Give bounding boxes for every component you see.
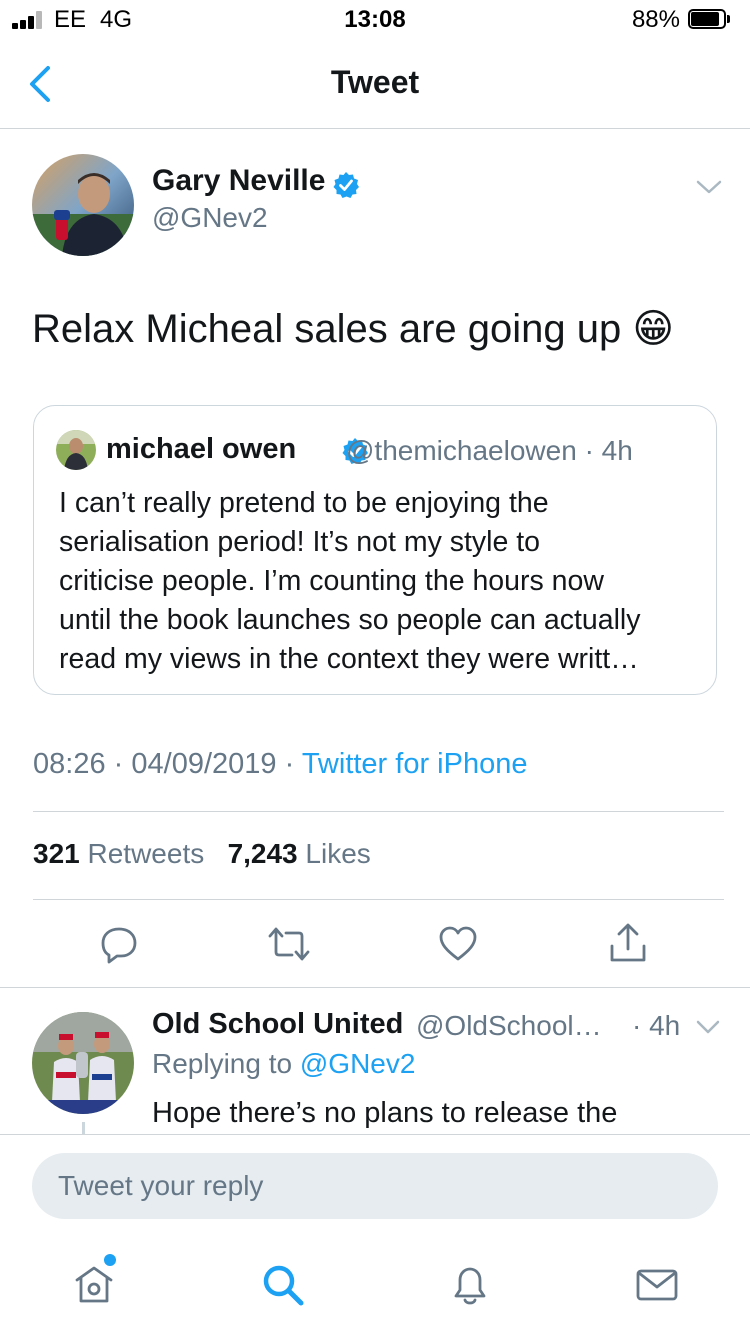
- new-content-dot: [104, 1254, 116, 1266]
- quoted-author-handle: @themichaelowen · 4h: [346, 435, 633, 466]
- tweet-stats: 321 Retweets 7,243 Likes: [33, 838, 371, 870]
- messages-icon: [636, 1269, 678, 1301]
- reply-text: Hope there’s no plans to release the: [152, 1097, 618, 1129]
- quoted-text-line: serialisation period! It’s not my style …: [59, 526, 541, 558]
- verified-badge-icon: [333, 172, 359, 198]
- replying-to: Replying to @GNev2: [152, 1048, 416, 1079]
- status-bar: EE 4G 13:08 88%: [0, 0, 750, 40]
- like-icon: [439, 926, 477, 961]
- quoted-tweet-card[interactable]: michael owen @themichaelowen · 4h I can’…: [33, 405, 717, 695]
- author-handle[interactable]: @GNev2: [152, 202, 268, 234]
- chevron-down-icon: [696, 1020, 720, 1034]
- reply-time: · 4h: [632, 1010, 681, 1041]
- meta-separator: ·: [113, 748, 124, 780]
- reply-author-name[interactable]: Old School United: [152, 1008, 403, 1041]
- divider: [33, 899, 724, 900]
- tweet-menu-button[interactable]: [694, 172, 724, 202]
- chevron-down-icon: [696, 180, 722, 194]
- share-icon: [610, 923, 646, 962]
- reply-author-handle[interactable]: @OldSchool…: [416, 1010, 602, 1042]
- replying-to-handle-link[interactable]: @GNev2: [300, 1048, 416, 1079]
- retweet-icon: [268, 927, 310, 961]
- profile-photo: [32, 154, 134, 256]
- reply-input[interactable]: [32, 1153, 718, 1219]
- battery-percentage: 88%: [631, 6, 680, 33]
- author-name[interactable]: Gary Neville: [152, 164, 325, 198]
- retweet-button[interactable]: [267, 924, 310, 964]
- reply-icon: [101, 927, 137, 964]
- tweet-date: 04/09/2019: [131, 748, 277, 780]
- reply-author-avatar[interactable]: [32, 1012, 134, 1114]
- tab-messages[interactable]: [634, 1262, 680, 1308]
- retweets-stat[interactable]: 321 Retweets: [33, 838, 204, 869]
- like-button[interactable]: [438, 924, 478, 964]
- home-icon: [75, 1266, 113, 1303]
- quoted-author-name: michael owen: [106, 433, 297, 465]
- quoted-text-line: until the book launches so people can ac…: [59, 604, 641, 636]
- quoted-author-avatar: [56, 430, 96, 470]
- reply-menu-button[interactable]: [694, 1013, 722, 1041]
- tab-home[interactable]: [71, 1262, 117, 1308]
- divider: [33, 811, 724, 812]
- battery-icon: [688, 9, 732, 31]
- tweet-timestamp: 08:26 · 04/09/2019 · Twitter for iPhone: [33, 748, 527, 781]
- search-icon: [263, 1265, 304, 1306]
- tab-notifications[interactable]: [447, 1262, 493, 1308]
- page-title: Tweet: [330, 64, 420, 100]
- meta-separator: ·: [284, 748, 295, 780]
- tweet-text: Relax Micheal sales are going up 😁: [32, 307, 675, 351]
- reply-button[interactable]: [99, 924, 139, 964]
- quoted-text-line: criticise people. I’m counting the hours…: [59, 565, 604, 597]
- quoted-text-line: I can’t really pretend to be enjoying th…: [59, 487, 549, 519]
- tweet-time: 08:26: [33, 748, 106, 780]
- quoted-tweet-text: I can’t really pretend to be enjoying th…: [59, 484, 709, 679]
- notifications-icon: [454, 1267, 486, 1305]
- navigation-bar: Tweet: [0, 40, 750, 129]
- tab-search[interactable]: [260, 1262, 306, 1308]
- profile-photo: [32, 1012, 134, 1114]
- share-button[interactable]: [608, 922, 648, 962]
- tweet-source-link[interactable]: Twitter for iPhone: [302, 748, 528, 780]
- author-avatar[interactable]: [32, 154, 134, 256]
- divider: [0, 987, 750, 988]
- quoted-tweet-time: · 4h: [584, 435, 633, 466]
- likes-stat[interactable]: 7,243 Likes: [228, 838, 371, 869]
- quoted-text-line: read my views in the context they were w…: [59, 643, 639, 675]
